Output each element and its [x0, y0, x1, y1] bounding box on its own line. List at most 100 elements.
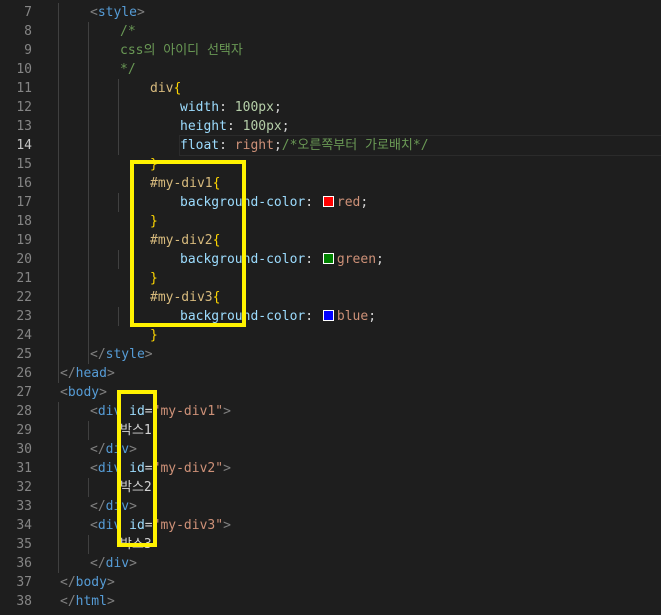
css-property: height — [180, 119, 227, 134]
code-line[interactable]: 14 float: right;/*오른쪽부터 가로배치*/ — [0, 135, 661, 156]
code-line[interactable]: 15} — [0, 155, 661, 174]
code-text[interactable]: */ — [120, 60, 661, 79]
code-text[interactable]: </div> — [90, 554, 661, 573]
code-text[interactable]: css의 아이디 선택자 — [120, 41, 661, 60]
code-line[interactable]: 35 박스3 — [0, 535, 661, 554]
tag-name: style — [105, 347, 145, 362]
code-line[interactable]: 11 div{ — [0, 79, 661, 98]
code-line[interactable]: 8 /* — [0, 22, 661, 41]
string-value: "my-div1" — [152, 404, 224, 419]
code-text[interactable]: height: 100px; — [180, 117, 661, 136]
code-line[interactable]: 36 </div> — [0, 554, 661, 573]
tag-name: html — [75, 594, 107, 609]
code-text[interactable]: } — [150, 326, 661, 345]
code-line[interactable]: 17 background-color: red; — [0, 193, 661, 212]
code-text[interactable]: float: right;/*오른쪽부터 가로배치*/ — [179, 135, 661, 156]
code-text[interactable]: div{ — [150, 79, 661, 98]
code-line[interactable]: 9 css의 아이디 선택자 — [0, 41, 661, 60]
tag-bracket: < — [60, 385, 68, 400]
code-line[interactable]: 26 </head> — [0, 364, 661, 383]
code-text[interactable]: </style> — [90, 345, 661, 364]
line-number: 25 — [16, 347, 32, 362]
selector-highlight-box — [130, 160, 246, 327]
tag-name: div — [105, 556, 130, 571]
line-number: 26 — [16, 366, 32, 381]
color-swatch-icon[interactable] — [322, 310, 334, 321]
code-line[interactable]: 28 <div id="my-div1"> — [0, 402, 661, 421]
code-line[interactable]: 27 <body> — [0, 383, 661, 402]
line-number: 35 — [16, 537, 32, 552]
code-line[interactable]: 34 <div id="my-div3"> — [0, 516, 661, 535]
line-number: 14 — [16, 138, 32, 153]
code-text[interactable]: </div> — [90, 497, 661, 516]
code-line[interactable]: 21} — [0, 269, 661, 288]
tag-bracket: </ — [90, 347, 106, 362]
keyword-value: blue — [336, 309, 369, 324]
code-text[interactable]: <div id="my-div2"> — [90, 459, 661, 478]
code-line[interactable]: 10 */ — [0, 60, 661, 79]
code-line[interactable]: 30 </div> — [0, 440, 661, 459]
tag-bracket: > — [136, 5, 145, 20]
code-line[interactable]: 19 #my-div2{ — [0, 231, 661, 250]
code-text[interactable]: 박스3 — [120, 535, 661, 554]
code-line[interactable]: 20 background-color: green; — [0, 250, 661, 269]
code-editor[interactable]: 7 <style> 8/* 9 css의 아이디 선택자 10 */11 div{12 widt… — [0, 0, 661, 615]
punctuation: : — [226, 119, 243, 134]
code-line[interactable]: 33 </div> — [0, 497, 661, 516]
code-line[interactable]: 16 #my-div1{ — [0, 174, 661, 193]
code-line[interactable]: 12 width: 100px; — [0, 98, 661, 117]
code-text[interactable]: </body> — [60, 573, 661, 592]
line-number: 38 — [16, 594, 32, 609]
tag-bracket: </ — [60, 594, 76, 609]
code-line[interactable]: 18} — [0, 212, 661, 231]
code-line[interactable]: 38 </html> — [0, 592, 661, 611]
string-value: "my-div3" — [152, 518, 224, 533]
code-line[interactable]: 22 #my-div3{ — [0, 288, 661, 307]
punctuation: ; — [368, 309, 377, 324]
color-swatch-icon[interactable] — [322, 253, 334, 264]
code-text[interactable]: background-color: green; — [180, 250, 661, 269]
code-line[interactable]: 7 <style> — [0, 3, 661, 22]
brace: { — [173, 81, 182, 96]
code-line[interactable]: 32 박스2 — [0, 478, 661, 497]
punctuation: ; — [281, 119, 290, 134]
line-number: 9 — [24, 43, 32, 58]
code-text[interactable]: background-color: blue; — [180, 307, 661, 326]
tag-name: body — [67, 385, 100, 400]
line-number: 10 — [16, 62, 32, 77]
css-property: float — [180, 138, 220, 153]
punctuation: : — [305, 309, 321, 324]
punctuation: ; — [273, 100, 282, 115]
brace: } — [150, 328, 158, 343]
code-text[interactable]: <style> — [90, 3, 661, 22]
tag-bracket: > — [144, 347, 153, 362]
code-line[interactable]: 24} — [0, 326, 661, 345]
code-text[interactable]: 박스1 — [120, 421, 661, 440]
line-number: 24 — [16, 328, 32, 343]
color-swatch-icon[interactable] — [322, 196, 334, 207]
code-text[interactable]: /* — [120, 22, 661, 41]
code-line[interactable]: 23 background-color: blue; — [0, 307, 661, 326]
code-text[interactable]: 박스2 — [120, 478, 661, 497]
code-line[interactable]: 29 박스1 — [0, 421, 661, 440]
code-text[interactable]: </div> — [90, 440, 661, 459]
code-text[interactable]: width: 100px; — [180, 98, 661, 117]
tag-bracket: > — [223, 404, 231, 419]
tag-bracket: </ — [60, 575, 76, 590]
tag-bracket: < — [90, 5, 98, 20]
code-text[interactable]: <div id="my-div3"> — [90, 516, 661, 535]
number-value: 100px — [242, 119, 282, 134]
tag-bracket: > — [223, 461, 231, 476]
code-text[interactable]: </head> — [60, 364, 661, 383]
code-line[interactable]: 25 </style> — [0, 345, 661, 364]
line-number: 19 — [16, 233, 32, 248]
code-line[interactable]: 13 height: 100px; — [0, 117, 661, 136]
code-text[interactable]: <div id="my-div1"> — [90, 402, 661, 421]
code-text[interactable]: </html> — [60, 592, 661, 611]
code-line[interactable]: 31 <div id="my-div2"> — [0, 459, 661, 478]
line-number: 32 — [16, 480, 32, 495]
code-text[interactable]: background-color: red; — [180, 193, 661, 212]
line-number: 28 — [16, 404, 32, 419]
code-line[interactable]: 37 </body> — [0, 573, 661, 592]
css-property: width — [180, 100, 220, 115]
